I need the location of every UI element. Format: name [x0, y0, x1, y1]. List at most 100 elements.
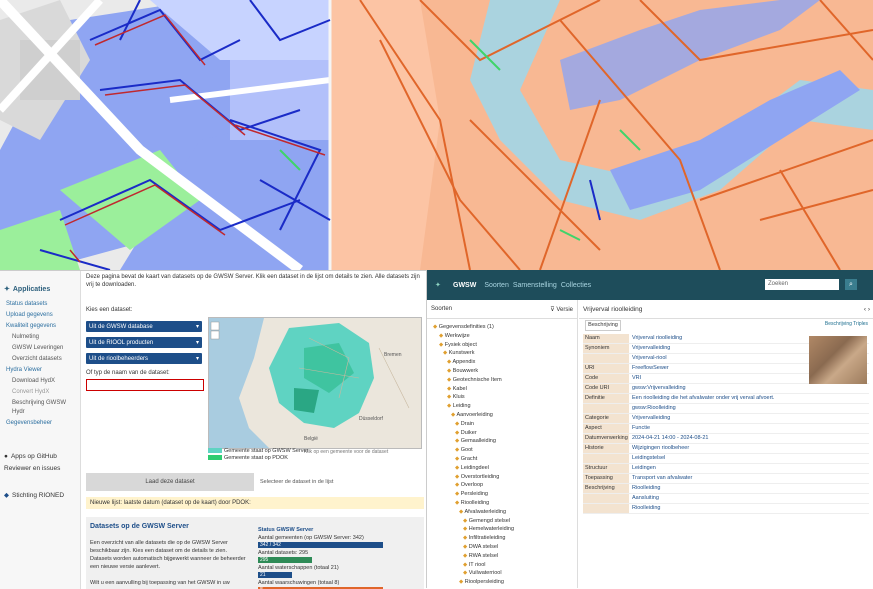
filter-icon[interactable]: ⊽: [550, 307, 554, 313]
map-canvas[interactable]: [0, 0, 873, 270]
tree-node[interactable]: ◆ Drain: [427, 420, 577, 429]
nav-soorten[interactable]: Soorten: [484, 282, 509, 289]
minimap-canvas[interactable]: Bremen Düsseldorf België: [209, 318, 421, 448]
chevron-down-icon: ▾: [195, 324, 199, 330]
dataset-name-input[interactable]: [86, 379, 204, 391]
detail-tools: ‹ ›: [864, 306, 870, 313]
property-value[interactable]: Een rioolleiding die het afvalwater onde…: [629, 394, 774, 403]
app-logo[interactable]: GWSW: [453, 282, 476, 289]
property-value[interactable]: Leidingen: [629, 464, 656, 473]
tree-node[interactable]: ◆ Duiker: [427, 429, 577, 438]
map-view[interactable]: [0, 0, 873, 270]
github-link[interactable]: ● Apps op GitHub: [4, 453, 57, 460]
search-input[interactable]: Zoeken: [765, 279, 839, 290]
property-value[interactable]: Vrijvervalleiding: [629, 344, 670, 353]
dataset-select-beheerders[interactable]: Uit de rioolbeheerders ▾: [86, 353, 202, 364]
tree-node[interactable]: ◆ Appendix: [427, 358, 577, 367]
tree-node[interactable]: ◆ Gemaalleiding: [427, 437, 577, 446]
tree-node[interactable]: ◆ Overloop: [427, 481, 577, 490]
tree-node[interactable]: ◆ Vuilwaterriool: [427, 569, 577, 578]
sidebar-item-gegevensbeheer[interactable]: Gegevensbeheer: [0, 418, 80, 429]
property-value[interactable]: Wijzigingen rioolbeheer: [629, 444, 689, 453]
sidebar-item-download-hydx[interactable]: Download HydX: [0, 376, 80, 387]
property-value[interactable]: Rioolleiding: [629, 484, 660, 493]
tree-node[interactable]: ◆ Goot: [427, 446, 577, 455]
property-value[interactable]: gwsw:Rioolleiding: [629, 404, 676, 413]
tree-node[interactable]: ◆ Kluis: [427, 393, 577, 402]
view-toggle[interactable]: Beschrijving Triples: [825, 321, 868, 327]
gwsw-soorten-window: ✦ GWSW Soorten Samenstelling Collecties …: [426, 270, 873, 588]
tree-node[interactable]: ◆ RWA stelsel: [427, 552, 577, 561]
sidebar-item-leveringen[interactable]: GWSW Leveringen: [0, 343, 80, 354]
version-label[interactable]: Versie: [556, 307, 573, 313]
datasets-text: Een overzicht van alle datasets die op d…: [86, 537, 254, 589]
property-value[interactable]: FreeflowSewer: [629, 364, 669, 373]
property-key: Definitie: [583, 394, 629, 403]
property-key: Aspect: [583, 424, 629, 433]
sidebar-brand[interactable]: ✦ Applicaties: [0, 271, 80, 299]
property-value[interactable]: Vrijverval rioolleiding: [629, 334, 682, 343]
dataset-select-gwsw[interactable]: Uit de GWSW database ▾: [86, 321, 202, 332]
property-value[interactable]: Functie: [629, 424, 650, 433]
issues-link[interactable]: Reviewer en issues: [4, 465, 60, 472]
tree-node[interactable]: ◆ Rioolpersleiding: [427, 578, 577, 587]
tree-node-label: Fysiek object: [444, 341, 477, 348]
legend-item-pdok: Gemeente staat op PDOK: [208, 454, 420, 461]
tree-node[interactable]: ◆ Leidingdeel: [427, 464, 577, 473]
tree-node[interactable]: ◆ Gracht: [427, 455, 577, 464]
nav-samenstelling[interactable]: Samenstelling: [513, 282, 557, 289]
sidebar-item-hydra[interactable]: Hydra Viewer: [0, 365, 80, 376]
sidebar-item-status[interactable]: Status datasets: [0, 299, 80, 310]
tree-node[interactable]: ◆ Afvalwaterleiding: [427, 508, 577, 517]
tree-node-label: Gegevensdefinities (1): [438, 324, 494, 330]
property-key: URI: [583, 364, 629, 373]
sidebar-item-kwaliteit[interactable]: Kwaliteit gegevens: [0, 321, 80, 332]
property-value[interactable]: Vrijvervalleiding: [629, 414, 670, 423]
sidebar-item-nulmeting[interactable]: Nulmeting: [0, 332, 80, 343]
tree-node[interactable]: ◆ Geotechnische Item: [427, 376, 577, 385]
stat-label: Aantal waarschuwingen (totaal 8): [258, 580, 340, 586]
stat-label: Aantal waterschappen (totaal 21): [258, 565, 339, 571]
sidebar-item-convert-hydx[interactable]: Convert HydX: [0, 387, 80, 398]
nav-forward-icon[interactable]: ›: [868, 306, 870, 313]
property-value[interactable]: VRI: [629, 374, 641, 383]
property-value[interactable]: 2024-04-21 14:00 - 2024-08-21: [629, 434, 708, 443]
dataset-select-rioolproducten[interactable]: Uit de RIOOL producten ▾: [86, 337, 202, 348]
property-value[interactable]: Vrijverval-riool: [629, 354, 667, 363]
tree-node[interactable]: ◆ Werkwijze: [427, 332, 577, 341]
tree-node[interactable]: ◆ Rioolleiding: [427, 499, 577, 508]
nav-collecties[interactable]: Collecties: [561, 282, 591, 289]
tree-node[interactable]: ◆ Kunstwerk: [427, 349, 577, 358]
rioned-link[interactable]: ◆ Stichting RIONED: [4, 491, 64, 500]
tree-node[interactable]: ◆ Bouwwerk: [427, 367, 577, 376]
tree-node[interactable]: ◆ Kabel: [427, 385, 577, 394]
tree-node[interactable]: ◆ Aanvoerleiding: [427, 411, 577, 420]
tree-node[interactable]: ◆ Infiltratieleiding: [427, 534, 577, 543]
property-row: Rioolleiding: [583, 504, 869, 514]
tree-node[interactable]: ◆ Gemengd stelsel: [427, 517, 577, 526]
load-dataset-button[interactable]: Laad deze dataset: [86, 473, 254, 491]
property-value[interactable]: Rioolleiding: [629, 504, 660, 513]
tree-node[interactable]: ◆ DWA stelsel: [427, 543, 577, 552]
tree-node[interactable]: ◆ Overstortleiding: [427, 473, 577, 482]
sidebar-item-upload[interactable]: Upload gegevens: [0, 310, 80, 321]
nav-back-icon[interactable]: ‹: [864, 306, 866, 313]
tree-node[interactable]: ◆ Hemelwaterleiding: [427, 525, 577, 534]
sidebar-item-beschrijving[interactable]: Beschrijving GWSW Hydr: [0, 398, 80, 418]
tree-node[interactable]: ◆ IT riool: [427, 561, 577, 570]
property-key: [583, 494, 629, 503]
tree-node[interactable]: ◆ Leiding: [427, 402, 577, 411]
search-icon[interactable]: ⌕: [845, 279, 857, 290]
netherlands-map[interactable]: Bremen Düsseldorf België: [208, 317, 422, 449]
property-value[interactable]: Leidingstelsel: [629, 454, 665, 463]
svg-text:Düsseldorf: Düsseldorf: [359, 416, 384, 422]
tree-node[interactable]: ◆ Persleiding: [427, 490, 577, 499]
property-value[interactable]: Transport van afvalwater: [629, 474, 692, 483]
tree-node[interactable]: ◆ Fysiek object: [427, 341, 577, 350]
tree-node-label: Werkwijze: [444, 332, 470, 339]
property-value[interactable]: gwsw:Vrijvervalleiding: [629, 384, 686, 393]
tab-beschrijving[interactable]: Beschrijving: [585, 320, 621, 331]
tree-node[interactable]: ◆ Gegevensdefinities (1): [427, 323, 577, 332]
sidebar-item-overzicht[interactable]: Overzicht datasets: [0, 354, 80, 365]
property-value[interactable]: Aansluiting: [629, 494, 659, 503]
